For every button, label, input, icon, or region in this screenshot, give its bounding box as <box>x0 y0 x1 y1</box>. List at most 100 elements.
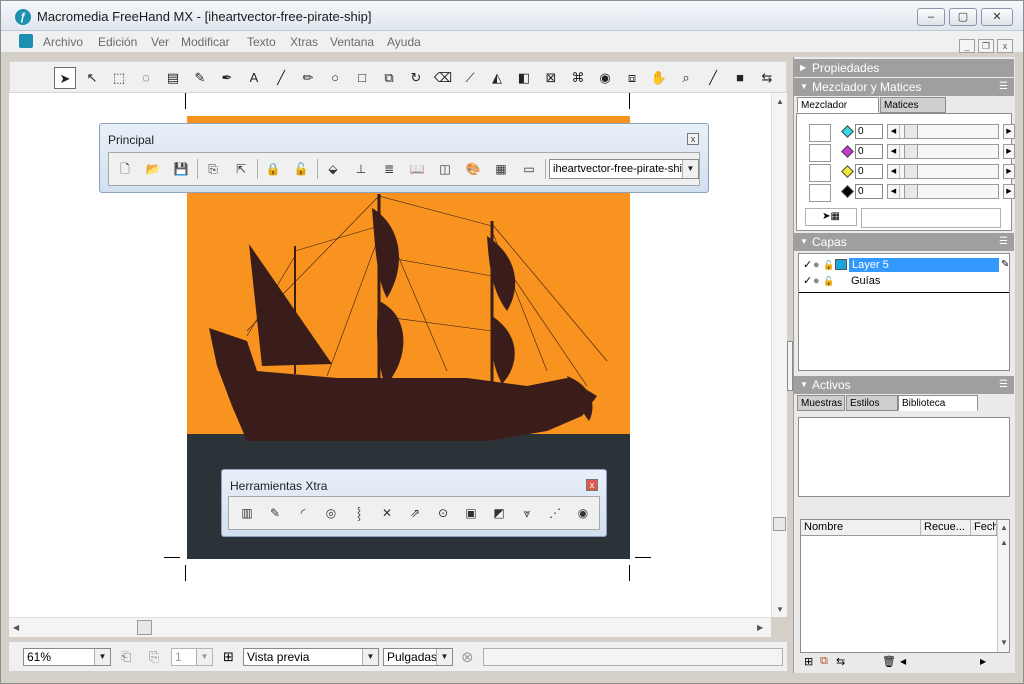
trace-icon[interactable]: ⋰ <box>545 503 565 523</box>
scroll-left-arrow[interactable]: ◀ <box>13 623 19 632</box>
arc-icon[interactable]: ◜ <box>293 503 313 523</box>
visibility-dot-icon[interactable]: ● <box>813 258 820 272</box>
tab-biblioteca[interactable]: Biblioteca <box>898 395 978 411</box>
pencil-icon[interactable]: ✏ <box>297 67 319 89</box>
color-icon[interactable]: 🎨 <box>463 159 483 179</box>
distort-icon[interactable]: ⊠ <box>540 67 562 89</box>
pointer-icon[interactable]: ➤ <box>54 67 76 89</box>
tab-mezclador[interactable]: Mezclador <box>797 97 879 113</box>
column-nombre[interactable]: Nombre <box>801 520 921 535</box>
smudge-icon[interactable]: ⇗ <box>405 503 425 523</box>
skew-icon[interactable]: ◧ <box>513 67 535 89</box>
mirror-icon[interactable]: ⩔ <box>517 503 537 523</box>
panel-menu-icon[interactable]: ☰ <box>999 376 1008 394</box>
black-value-input[interactable]: 0 <box>855 184 883 199</box>
capas-header[interactable]: ▼ Capas ☰ <box>794 233 1014 251</box>
align-icon[interactable]: ⊥ <box>351 159 371 179</box>
slider-thumb[interactable] <box>904 125 918 138</box>
zoom-icon[interactable]: ⌕ <box>675 67 697 89</box>
menu-edicion[interactable]: Edición <box>98 35 137 49</box>
grid-icon[interactable]: ▦ <box>491 159 511 179</box>
export-library-icon[interactable]: ⇆ <box>836 655 845 668</box>
checkmark-icon[interactable]: ✓ <box>803 274 812 288</box>
units-select[interactable]: Pulgadas ▼ <box>383 648 453 666</box>
fisheye-icon[interactable]: ✕ <box>377 503 397 523</box>
scroll-up-arrow[interactable]: ▲ <box>776 97 784 106</box>
panel-menu-icon[interactable]: ☰ <box>999 233 1008 251</box>
vertical-scroll-thumb[interactable] <box>773 517 786 531</box>
yellow-value-input[interactable]: 0 <box>855 164 883 179</box>
library-icon[interactable]: 📖 <box>407 159 427 179</box>
text-wrap-icon[interactable]: ≣ <box>379 159 399 179</box>
menu-texto[interactable]: Texto <box>247 35 276 49</box>
scroll-right-arrow[interactable]: ▶ <box>980 657 986 666</box>
magenta-slider[interactable]: ◀ <box>887 144 999 159</box>
doc-restore-button[interactable]: ❐ <box>978 39 994 53</box>
slider-left-arrow[interactable]: ◀ <box>888 125 900 138</box>
unlock-icon[interactable]: 🔓 <box>291 159 311 179</box>
scroll-up-arrow[interactable]: ▲ <box>1000 538 1008 547</box>
swatches-icon[interactable]: ▭ <box>519 159 539 179</box>
scroll-down-arrow[interactable]: ▼ <box>1000 638 1008 647</box>
document-select[interactable]: iheartvector-free-pirate-ship ▼ <box>549 159 699 179</box>
slider-right-arrow[interactable]: ▶ <box>1003 184 1015 199</box>
subselect-icon[interactable]: ↖ <box>81 67 103 89</box>
page-tool-icon[interactable]: ⬚ <box>108 67 130 89</box>
connector-icon[interactable]: ⧈ <box>621 67 643 89</box>
checkmark-icon[interactable]: ✓ <box>803 258 812 272</box>
vertical-scrollbar[interactable]: ▲ ▼ <box>771 93 787 617</box>
lock-icon[interactable]: 🔓 <box>823 258 834 272</box>
layer-row[interactable]: ✓ ● 🔓 Guías <box>801 274 1007 289</box>
visibility-dot-icon[interactable]: ● <box>813 274 820 288</box>
menu-modificar[interactable]: Modificar <box>181 35 230 49</box>
scroll-left-arrow[interactable]: ◀ <box>900 657 906 666</box>
rectangle-icon[interactable]: □ <box>351 67 373 89</box>
lock-icon[interactable]: 🔓 <box>823 274 834 288</box>
group-icon[interactable]: ⬙ <box>323 159 343 179</box>
layer-name[interactable]: Layer 5 <box>849 258 999 272</box>
eraser-icon[interactable]: ⌫ <box>432 67 454 89</box>
layer-name[interactable]: Guías <box>851 274 880 288</box>
swap-icon[interactable]: ⇆ <box>756 67 778 89</box>
scale-icon[interactable]: ⧉ <box>378 67 400 89</box>
slider-thumb[interactable] <box>904 165 918 178</box>
ellipse-icon[interactable]: ○ <box>324 67 346 89</box>
layer-color-swatch[interactable] <box>835 259 847 270</box>
principal-close-button[interactable]: x <box>687 133 699 145</box>
layers-icon[interactable]: ◫ <box>435 159 455 179</box>
slider-right-arrow[interactable]: ▶ <box>1003 124 1015 139</box>
import-library-icon[interactable]: ⧉ <box>820 655 828 668</box>
close-button[interactable]: ✕ <box>981 8 1013 26</box>
chart-3d-icon[interactable]: ⸾ <box>349 503 369 523</box>
import-icon[interactable]: ▤ <box>162 67 184 89</box>
import-icon[interactable]: ⎘ <box>203 159 223 179</box>
open-icon[interactable]: 📂 <box>143 159 163 179</box>
slider-thumb[interactable] <box>904 145 918 158</box>
new-library-item-icon[interactable]: ⊞ <box>804 655 813 668</box>
magenta-value-input[interactable]: 0 <box>855 144 883 159</box>
brush-icon[interactable]: ⌘ <box>567 67 589 89</box>
next-page-icon[interactable]: ⎘ <box>149 649 159 665</box>
knife-icon[interactable]: ⟋ <box>459 67 481 89</box>
color-preview-well[interactable] <box>861 208 1001 228</box>
graph-icon[interactable]: ▥ <box>237 503 257 523</box>
tab-matices[interactable]: Matices <box>880 97 946 113</box>
doc-close-button[interactable]: x <box>997 39 1013 53</box>
scroll-right-arrow[interactable]: ▶ <box>757 623 763 632</box>
column-fecha[interactable]: Fech <box>971 520 997 535</box>
tab-estilos[interactable]: Estilos <box>846 395 898 411</box>
panel-menu-icon[interactable]: ☰ <box>999 78 1008 96</box>
activos-header[interactable]: ▼ Activos ☰ <box>794 376 1014 394</box>
lasso-icon[interactable]: ◌ <box>135 67 157 89</box>
add-page-icon[interactable]: ⊞ <box>223 649 234 665</box>
mixer-header[interactable]: ▼ Mezclador y Matices ☰ <box>794 78 1014 96</box>
line-icon[interactable]: ╱ <box>270 67 292 89</box>
layer-row[interactable]: ✓ ● 🔓 Layer 5 ✎ <box>801 258 1009 273</box>
hls-mode-icon[interactable] <box>809 164 831 182</box>
xtra-close-button[interactable]: x <box>586 479 598 491</box>
new-document-icon[interactable]: 🗋 <box>115 159 135 179</box>
yellow-slider[interactable]: ◀ <box>887 164 999 179</box>
menu-ayuda[interactable]: Ayuda <box>387 35 421 49</box>
menu-ventana[interactable]: Ventana <box>330 35 374 49</box>
trash-icon[interactable]: 🗑 <box>882 655 896 668</box>
